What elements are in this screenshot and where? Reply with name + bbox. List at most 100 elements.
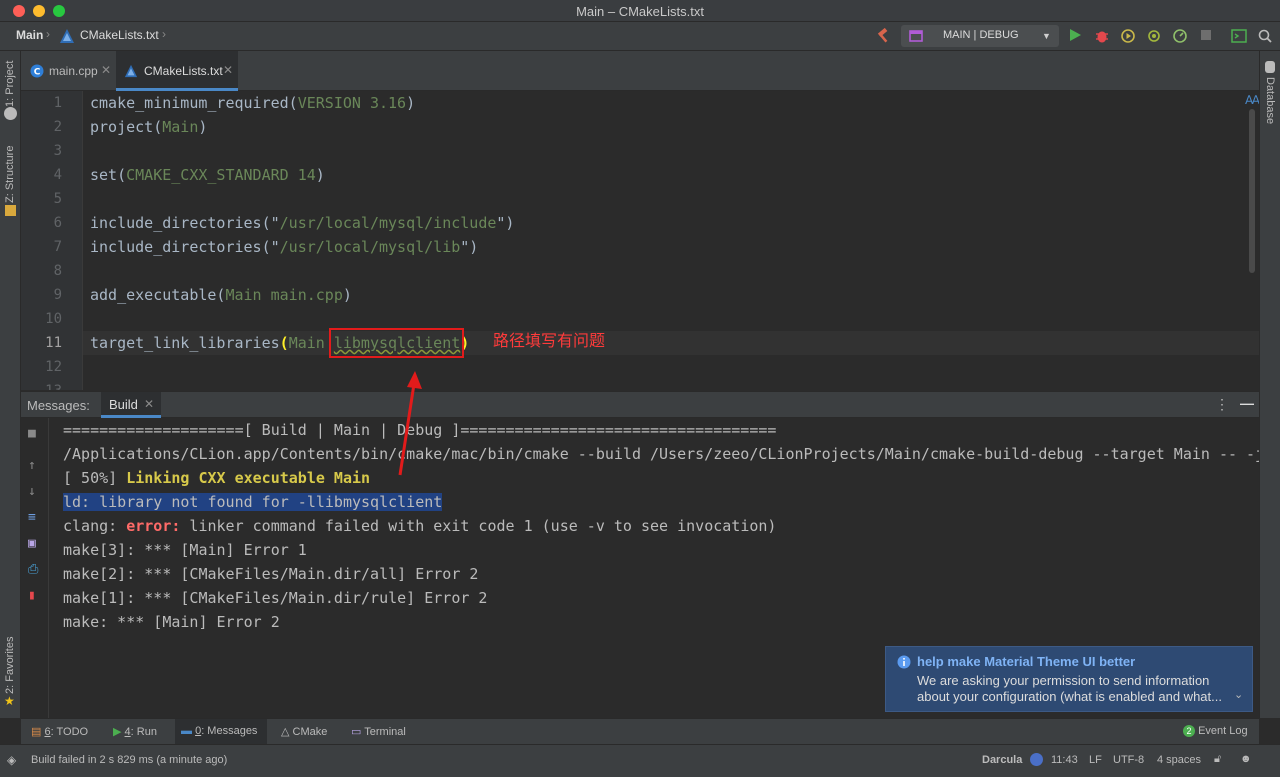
- run-with-coverage-icon[interactable]: [1120, 28, 1136, 47]
- event-log-button[interactable]: 2 Event Log: [1183, 719, 1259, 744]
- database-tool-button[interactable]: Database: [1264, 77, 1276, 137]
- cmake-file-icon: [59, 28, 75, 47]
- chevron-down-icon[interactable]: ⌄: [1234, 688, 1243, 701]
- highlight-box: [329, 328, 464, 358]
- spellcheck-icon: Ꜳ: [1245, 93, 1259, 107]
- line-number: 6: [53, 215, 62, 231]
- line-number: 9: [53, 287, 62, 303]
- layers-icon[interactable]: ◈: [7, 753, 16, 767]
- arrow-down-icon[interactable]: ↓: [28, 484, 36, 499]
- code-line: project(Main): [90, 118, 208, 136]
- code-line: cmake_minimum_required(VERSION 3.16): [90, 94, 416, 112]
- profiler-icon[interactable]: [1172, 28, 1188, 47]
- line-number: 1: [53, 95, 62, 111]
- tab-label: main.cpp: [49, 64, 98, 78]
- tab-main-cpp[interactable]: C main.cpp ✕: [21, 51, 116, 91]
- svg-text:C: C: [34, 68, 41, 78]
- line-number: 7: [53, 239, 62, 255]
- print-icon[interactable]: ⎙: [28, 562, 38, 577]
- title-bar: Main – CMakeLists.txt: [0, 0, 1280, 22]
- tab-terminal[interactable]: ▭ Terminal: [351, 719, 421, 744]
- output-line-selected: ld: library not found for -llibmysqlclie…: [63, 493, 443, 511]
- line-number: 11: [45, 335, 62, 351]
- star-icon: ★: [4, 694, 15, 708]
- minimize-icon[interactable]: —: [1240, 395, 1254, 411]
- indent-settings[interactable]: 4 spaces: [1157, 754, 1201, 766]
- valgrind-icon[interactable]: [1146, 28, 1162, 47]
- tab-cmake[interactable]: △ CMake: [281, 719, 341, 744]
- close-icon[interactable]: ✕: [101, 63, 111, 77]
- export-icon[interactable]: ▣: [28, 536, 36, 551]
- project-tool-button[interactable]: 1: Project: [4, 59, 16, 107]
- caret-position[interactable]: 11:43: [1051, 754, 1078, 766]
- messages-icon: ▬: [181, 725, 192, 737]
- debug-icon[interactable]: [1094, 28, 1110, 47]
- stop-icon[interactable]: [1199, 28, 1213, 45]
- cmake-icon: △: [281, 726, 290, 738]
- favorites-tool-button[interactable]: 2: Favorites: [4, 634, 16, 694]
- inspector-icon[interactable]: ☻: [1240, 753, 1252, 765]
- trash-icon[interactable]: ▮: [28, 588, 36, 603]
- build-hammer-icon[interactable]: [875, 27, 891, 47]
- right-tool-strip: Database: [1259, 51, 1280, 718]
- output-line: clang: error: linker command failed with…: [63, 517, 777, 535]
- editor-scrollbar[interactable]: [1249, 109, 1255, 273]
- tab-messages[interactable]: ▬ 0: Messages: [175, 719, 267, 744]
- output-line: make[3]: *** [Main] Error 1: [63, 541, 307, 559]
- output-line: /Applications/CLion.app/Contents/bin/cma…: [63, 445, 1259, 463]
- status-message[interactable]: Build failed in 2 s 829 ms (a minute ago…: [31, 754, 227, 766]
- breadcrumb-project[interactable]: Main: [16, 28, 43, 42]
- lock-icon[interactable]: 🔓︎: [1214, 753, 1221, 766]
- theme-indicator[interactable]: Darcula: [982, 754, 1022, 766]
- chevron-right-icon: ›: [162, 27, 166, 41]
- run-icon: ▶: [113, 726, 122, 738]
- search-everywhere-icon[interactable]: [1257, 28, 1273, 47]
- code-line: include_directories("/usr/local/mysql/li…: [90, 238, 479, 256]
- notification-body: We are asking your permission to send in…: [917, 673, 1222, 704]
- tab-label: Build: [109, 397, 138, 412]
- more-options-icon[interactable]: ⋮: [1215, 396, 1229, 413]
- output-line: [ 50%] Linking CXX executable Main: [63, 469, 371, 487]
- arrow-up-icon[interactable]: ↑: [28, 458, 36, 473]
- breadcrumb-file[interactable]: CMakeLists.txt: [80, 28, 159, 42]
- terminal-icon: ▭: [351, 726, 362, 738]
- run-configuration-select[interactable]: MAIN | DEBUG ▼: [901, 25, 1059, 47]
- left-tool-strip: 1: Project Z: Structure 2: Favorites ★: [0, 51, 21, 718]
- config-icon: [909, 29, 923, 46]
- stop-icon[interactable]: ■: [28, 426, 36, 441]
- line-number: 8: [53, 263, 62, 279]
- close-icon[interactable]: ✕: [223, 63, 233, 77]
- tool-window-tabs: ▤ 6: TODO ▶ 4: Run ▬ 0: Messages △ CMake…: [21, 718, 1259, 744]
- line-number: 2: [53, 119, 62, 135]
- code-editor[interactable]: 1 2 3 4 5 6 7 8 9 10 11 12 13 cmake_mini…: [21, 91, 1259, 390]
- structure-tool-button[interactable]: Z: Structure: [4, 143, 16, 203]
- line-number: 4: [53, 167, 62, 183]
- line-gutter: 1 2 3 4 5 6 7 8 9 10 11 12 13: [21, 91, 83, 390]
- status-bar: ◈ Build failed in 2 s 829 ms (a minute a…: [0, 744, 1280, 777]
- close-icon[interactable]: ✕: [144, 397, 154, 411]
- editor-tabs: C main.cpp ✕ CMakeLists.txt ✕: [21, 51, 1259, 91]
- todo-icon: ▤: [31, 726, 42, 738]
- line-number: 3: [53, 143, 62, 159]
- output-line: make[2]: *** [CMakeFiles/Main.dir/all] E…: [63, 565, 479, 583]
- run-icon[interactable]: [1068, 28, 1082, 45]
- tab-run[interactable]: ▶ 4: Run: [113, 719, 165, 744]
- line-number: 12: [45, 359, 62, 375]
- notification-title[interactable]: help make Material Theme UI better: [917, 654, 1135, 669]
- cmake-file-icon: [124, 64, 138, 81]
- project-tool-icon: [4, 107, 17, 120]
- notification-balloon[interactable]: help make Material Theme UI better We ar…: [885, 646, 1253, 712]
- tab-todo[interactable]: ▤ 6: TODO: [31, 719, 99, 744]
- output-line: make[1]: *** [CMakeFiles/Main.dir/rule] …: [63, 589, 488, 607]
- soft-wrap-icon[interactable]: ≡: [28, 510, 36, 525]
- run-configuration-label: MAIN | DEBUG: [943, 29, 1019, 41]
- navigation-bar: Main › CMakeLists.txt › MAIN | DEBUG ▼: [0, 22, 1280, 51]
- line-number: 10: [45, 311, 62, 327]
- output-line: ====================[ Build | Main | Deb…: [63, 421, 777, 439]
- terminal-toolbar-icon[interactable]: [1231, 28, 1247, 47]
- line-separator[interactable]: LF: [1089, 754, 1102, 766]
- file-encoding[interactable]: UTF-8: [1113, 754, 1144, 766]
- tab-cmakelists[interactable]: CMakeLists.txt ✕: [116, 51, 238, 91]
- tab-build[interactable]: Build ✕: [101, 392, 161, 418]
- window-title: Main – CMakeLists.txt: [576, 4, 704, 19]
